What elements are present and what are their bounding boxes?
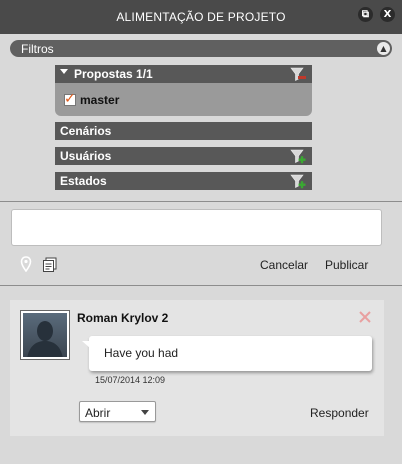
comment-text: Have you had <box>104 346 179 360</box>
person-silhouette-icon <box>23 313 67 357</box>
section-proposals[interactable]: Propostas 1/1 <box>55 65 312 83</box>
location-pin-icon[interactable] <box>20 256 32 272</box>
proposal-item-label: master <box>80 93 120 107</box>
comment-card: Roman Krylov 2 Have you had 15/07/2014 1… <box>10 300 384 436</box>
reply-button[interactable]: Responder <box>310 406 369 420</box>
chevron-down-icon <box>141 410 149 415</box>
comment-input[interactable] <box>11 209 382 246</box>
section-proposals-label: Propostas 1/1 <box>74 67 153 81</box>
delete-x-icon[interactable] <box>357 309 373 325</box>
status-dropdown-value: Abrir <box>85 406 111 420</box>
funnel-remove-icon[interactable] <box>290 66 306 82</box>
section-scenarios[interactable]: Cenários <box>55 122 312 140</box>
section-states-label: Estados <box>60 174 107 188</box>
filters-header[interactable]: Filtros ▲ <box>10 40 392 57</box>
close-window-button[interactable]: X <box>380 7 395 22</box>
proposal-checkbox-master[interactable]: ✓ <box>64 91 76 107</box>
comment-bubble: Have you had <box>82 336 372 371</box>
check-icon: ✓ <box>64 91 76 107</box>
funnel-add-icon[interactable] <box>290 173 306 189</box>
funnel-add-icon[interactable] <box>290 148 306 164</box>
publish-button[interactable]: Publicar <box>325 258 368 272</box>
window-title: ALIMENTAÇÃO DE PROJETO <box>116 10 286 24</box>
section-users-label: Usuários <box>60 149 112 163</box>
filters-label: Filtros <box>21 42 54 56</box>
restore-window-button[interactable]: ⧉ <box>358 7 373 22</box>
status-dropdown[interactable]: Abrir <box>79 401 156 422</box>
proposals-list: ✓ master <box>55 83 312 116</box>
section-users[interactable]: Usuários <box>55 147 312 165</box>
document-icon[interactable] <box>42 257 58 272</box>
comment-author: Roman Krylov 2 <box>77 311 169 325</box>
avatar <box>20 310 70 360</box>
comment-timestamp: 15/07/2014 12:09 <box>95 375 166 385</box>
divider <box>0 285 402 286</box>
collapse-filters-button[interactable]: ▲ <box>377 42 390 55</box>
divider <box>0 201 402 202</box>
window-titlebar: ALIMENTAÇÃO DE PROJETO ⧉ X <box>0 0 402 34</box>
expand-triangle-icon <box>60 69 68 74</box>
section-scenarios-label: Cenários <box>60 124 112 138</box>
section-states[interactable]: Estados <box>55 172 312 190</box>
cancel-button[interactable]: Cancelar <box>260 258 308 272</box>
